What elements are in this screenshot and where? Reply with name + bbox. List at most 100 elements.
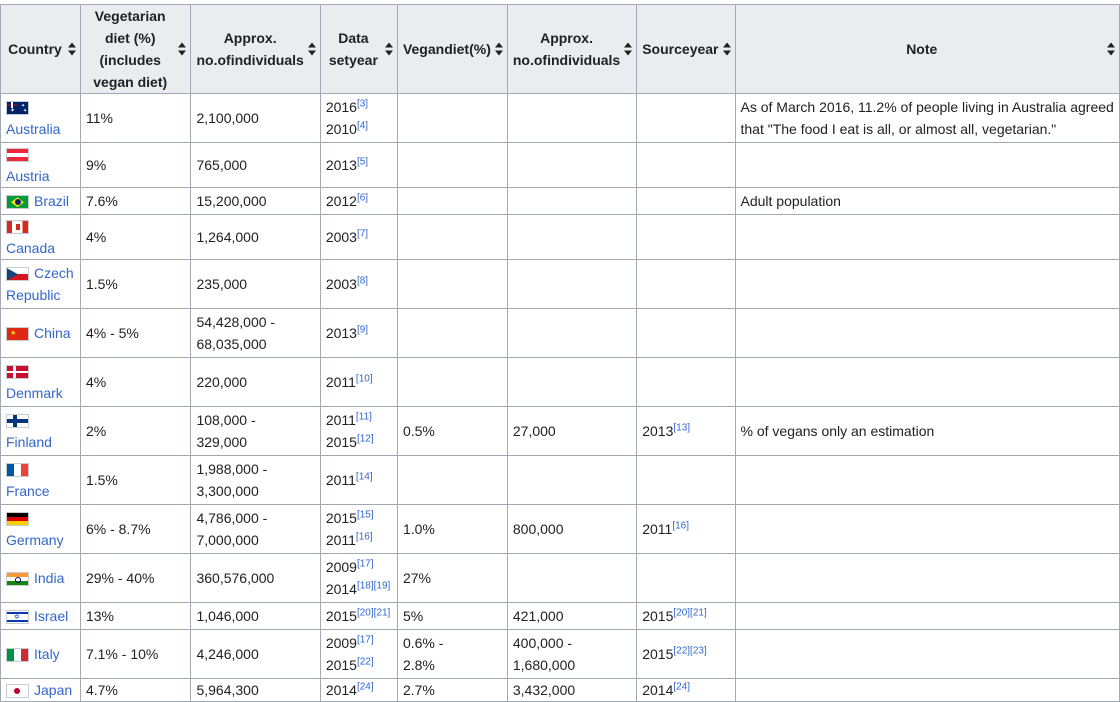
source-year-cell: 2013[13] [636,406,736,456]
vegan-percent-cell [396,308,508,358]
sort-icon[interactable] [624,42,633,56]
table-row: ✶ ✦ ✦ Australia 11% 2,100,000 2016[3] 2010[4] As… [0,93,1120,143]
reference-link[interactable]: [5] [357,156,368,167]
sort-icon[interactable] [494,42,503,56]
austria-flag-icon [6,148,29,163]
reference-link[interactable]: [20][21] [357,607,390,618]
country-link[interactable]: Australia [6,121,60,137]
vegetarian-percent-cell: 9% [79,142,192,188]
country-link[interactable]: Brazil [34,193,69,209]
reference-link[interactable]: [3] [357,98,368,109]
country-cell: Austria [0,142,81,188]
reference-link[interactable]: [11] [356,411,372,422]
vegan-percent-cell [396,357,508,407]
column-header[interactable]: Approx. no.ofindividuals [190,4,321,94]
reference-link[interactable]: [13] [673,422,690,433]
reference-link[interactable]: [20][21] [673,607,706,618]
reference-link[interactable]: [22][23] [673,645,706,656]
vegan-individuals-cell [506,259,638,309]
year-value: 2009 [325,559,357,575]
sort-icon[interactable] [384,42,393,56]
data-set-year-cell: 2016[3] 2010[4] [319,93,398,143]
sort-icon[interactable] [67,42,76,56]
vegetarian-percent-cell: 4.7% [79,678,192,702]
year-value: 2014 [642,682,674,698]
source-year-cell [636,93,736,143]
reference-link[interactable]: [8] [357,275,368,286]
approx-individuals-value: 2,100,000 [196,110,259,126]
approx-individuals-value: 765,000 [196,157,248,173]
year-value: 2015 [325,510,357,526]
country-link[interactable]: Japan [34,682,72,698]
note-cell [734,678,1120,702]
reference-link[interactable]: [9] [357,324,368,335]
country-cell: Finland [0,406,81,456]
reference-link[interactable]: [12] [357,433,374,444]
approx-individuals-value: 7,000,000 [196,532,259,548]
reference-link[interactable]: [7] [357,228,368,239]
vegetarian-percent-cell: 11% [79,93,192,143]
country-cell: Japan [0,678,81,702]
reference-link[interactable]: [17] [357,634,374,645]
column-header-label: year [349,52,378,68]
column-header[interactable]: Sourceyear [636,4,736,94]
country-link[interactable]: China [34,325,71,341]
sort-icon[interactable] [307,42,316,56]
approx-individuals-value: 15,200,000 [196,193,267,209]
vegetarian-percent: 4% [85,374,107,390]
country-link[interactable]: Denmark [6,385,63,401]
country-link[interactable]: India [34,570,64,586]
year-value: 2011 [325,374,356,390]
column-header[interactable]: Approx. no.ofindividuals [506,4,638,94]
reference-link[interactable]: [15] [357,509,374,520]
vegetarian-percent-cell: 7.1% - 10% [79,629,192,679]
column-header[interactable]: Note [734,4,1120,94]
table-row: France 1.5% 1,988,000 - 3,300,000 2011[14] [0,455,1120,505]
sort-icon[interactable] [1107,42,1115,56]
data-set-year-cell: 2014[24] [319,678,398,702]
sort-icon[interactable] [178,42,187,56]
country-link[interactable]: Canada [6,240,55,256]
data-set-year: 2014[18][19] [326,578,392,600]
reference-link[interactable]: [22] [357,656,374,667]
note-cell: % of vegans only an estimation [734,406,1120,456]
approx-individuals-value: 4,246,000 [196,646,259,662]
reference-link[interactable]: [24] [673,681,690,692]
source-year-cell [636,455,736,505]
year-value: 2009 [325,635,357,651]
reference-link[interactable]: [6] [357,192,368,203]
vegetarian-percent: 1.5% [85,472,118,488]
year-value: 2015 [642,608,674,624]
column-header[interactable]: Vegetarian diet (%) (includes vegan diet) [79,4,192,94]
country-cell: ✶ ✦ ✦ Australia [0,93,81,143]
column-header[interactable]: Vegandiet(%) [396,4,508,94]
country-cell: Canada [0,214,81,260]
brazil-flag-icon [6,195,29,210]
vegan-individuals-cell: 800,000 [506,504,638,554]
note-cell [734,214,1120,260]
note-cell [734,504,1120,554]
reference-link[interactable]: [16] [356,531,373,542]
country-link[interactable]: Austria [6,168,50,184]
country-link[interactable]: Finland [6,434,52,450]
column-header[interactable]: Country [0,4,81,94]
note-text: Adult population [740,193,841,209]
vegan-percent: 5% [402,608,424,624]
reference-link[interactable]: [14] [356,471,373,482]
australia-flag-icon: ✶ ✦ ✦ [6,101,29,116]
approx-individuals-cell: 15,200,000 [190,187,321,215]
country-link[interactable]: Italy [34,646,60,662]
column-header[interactable]: Data setyear [319,4,398,94]
reference-link[interactable]: [24] [357,681,374,692]
country-link[interactable]: Germany [6,532,64,548]
sort-icon[interactable] [722,42,731,56]
country-link[interactable]: France [6,483,50,499]
reference-link[interactable]: [18][19] [357,580,390,591]
reference-link[interactable]: [16] [672,520,689,531]
reference-link[interactable]: [17] [357,558,374,569]
vegetarian-percent: 4% - 5% [85,325,139,341]
reference-link[interactable]: [4] [357,120,368,131]
table-row: ★ China 4% - 5% 54,428,000 - 68,035,000 2013[… [0,308,1120,358]
country-link[interactable]: Israel [34,608,68,624]
reference-link[interactable]: [10] [356,373,373,384]
